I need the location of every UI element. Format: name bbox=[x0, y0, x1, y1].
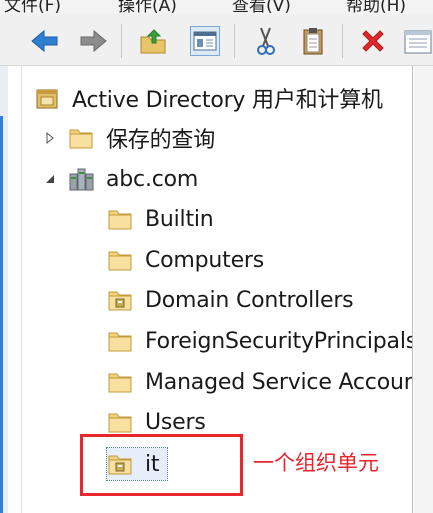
cut-button[interactable] bbox=[250, 26, 280, 56]
delete-button[interactable] bbox=[358, 26, 388, 56]
menu-bar: 文件(F) 操作(A) 查看(V) 帮助(H) bbox=[0, 0, 433, 14]
folder-icon bbox=[108, 251, 132, 271]
tree-item-saved-queries[interactable]: 保存的查询 bbox=[68, 122, 215, 154]
properties-button[interactable] bbox=[402, 26, 432, 56]
up-one-level-button[interactable] bbox=[138, 26, 168, 56]
folder-icon bbox=[108, 413, 132, 433]
tree-item-domain-controllers[interactable]: Domain Controllers bbox=[107, 284, 354, 316]
paste-icon bbox=[303, 28, 323, 55]
folder-icon bbox=[108, 210, 132, 230]
properties-icon bbox=[404, 30, 432, 54]
tree-item-domain[interactable]: abc.com bbox=[68, 163, 198, 195]
folder-icon bbox=[69, 129, 93, 149]
tree-item-foreign-security-principals[interactable]: ForeignSecurityPrincipals bbox=[107, 325, 413, 357]
tree-item-label: Computers bbox=[145, 247, 265, 273]
ou-icon bbox=[108, 291, 132, 311]
toolbar bbox=[0, 14, 433, 66]
folder-icon bbox=[108, 373, 132, 393]
cut-icon bbox=[257, 27, 275, 55]
tree-item-label: Active Directory 用户和计算机 bbox=[72, 88, 383, 113]
show-hide-console-tree-icon bbox=[193, 31, 217, 51]
window-left-edge bbox=[0, 66, 8, 513]
annotation-highlight-box bbox=[80, 434, 243, 496]
tree-item-root[interactable]: Active Directory 用户和计算机 bbox=[34, 82, 383, 114]
collapse-arrow-icon[interactable] bbox=[44, 173, 56, 185]
results-pane-edge bbox=[414, 66, 433, 513]
tree-item-label: 保存的查询 bbox=[106, 128, 216, 153]
forward-button[interactable] bbox=[78, 26, 108, 56]
delete-icon bbox=[362, 30, 384, 52]
tree-item-builtin[interactable]: Builtin bbox=[107, 203, 214, 235]
toolbar-separator bbox=[234, 24, 235, 58]
tree-item-label: Managed Service Accounts bbox=[145, 369, 413, 395]
up-folder-icon bbox=[140, 29, 166, 54]
active-directory-icon bbox=[36, 89, 58, 109]
annotation-text: 一个组织单元 bbox=[253, 451, 379, 475]
expand-arrow-icon[interactable] bbox=[44, 132, 56, 144]
forward-icon bbox=[80, 29, 107, 53]
paste-button[interactable] bbox=[298, 26, 328, 56]
tree-item-label: ForeignSecurityPrincipals bbox=[145, 328, 413, 354]
tree-item-label: Users bbox=[145, 409, 206, 435]
menu-help[interactable]: 帮助(H) bbox=[346, 0, 406, 14]
tree-item-managed-service-accounts[interactable]: Managed Service Accounts bbox=[107, 366, 413, 398]
back-icon bbox=[31, 29, 58, 53]
folder-icon bbox=[108, 332, 132, 352]
tree-item-label: Domain Controllers bbox=[145, 287, 354, 313]
toolbar-separator bbox=[121, 24, 122, 58]
tree-item-computers[interactable]: Computers bbox=[107, 244, 264, 276]
tree-item-label: Builtin bbox=[145, 206, 214, 232]
menu-action[interactable]: 操作(A) bbox=[118, 0, 177, 14]
tree-item-label: abc.com bbox=[106, 166, 199, 192]
menu-file[interactable]: 文件(F) bbox=[4, 0, 61, 14]
back-button[interactable] bbox=[30, 26, 60, 56]
toolbar-separator bbox=[342, 24, 343, 58]
menu-view[interactable]: 查看(V) bbox=[232, 0, 291, 14]
window-accent-bar bbox=[0, 116, 3, 513]
show-hide-console-tree-button[interactable] bbox=[190, 26, 220, 56]
domain-icon bbox=[69, 168, 94, 191]
